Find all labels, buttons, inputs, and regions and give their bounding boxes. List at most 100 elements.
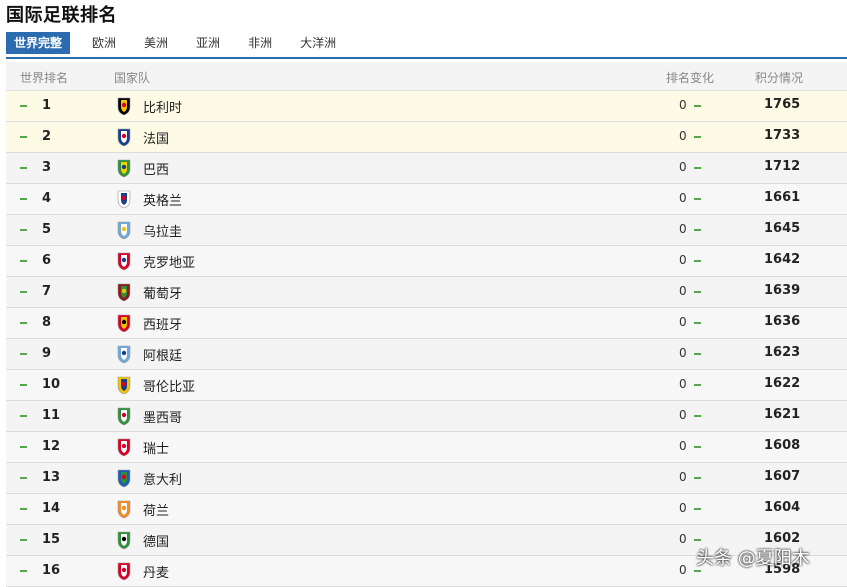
points-value: 1642 [764, 252, 801, 267]
table-row[interactable]: 9 阿根廷 0 1623 [6, 339, 847, 370]
germany-flag-icon [117, 531, 131, 550]
team-name[interactable]: 墨西哥 [143, 407, 182, 426]
team-name[interactable]: 意大利 [143, 469, 182, 488]
team-name[interactable]: 瑞士 [143, 438, 169, 457]
rank-change-value: 0 [679, 470, 687, 484]
argentina-flag-icon [117, 345, 131, 364]
table-row[interactable]: 4 英格兰 0 1661 [6, 184, 847, 215]
header-change[interactable]: 排名变化 [666, 69, 714, 86]
team-name[interactable]: 葡萄牙 [143, 283, 182, 302]
rank-number: 9 [42, 346, 52, 361]
team-name[interactable]: 西班牙 [143, 314, 182, 333]
table-row[interactable]: 5 乌拉圭 0 1645 [6, 215, 847, 246]
team-name[interactable]: 阿根廷 [143, 345, 182, 364]
rank-change-mark-icon [20, 322, 27, 324]
rank-change-trend-icon [694, 105, 701, 107]
table-header: 世界排名 国家队 排名变化 积分情况 [6, 62, 847, 91]
brazil-flag-icon [117, 159, 131, 178]
points-value: 1623 [764, 345, 801, 360]
denmark-flag-icon [117, 562, 131, 581]
team-name[interactable]: 哥伦比亚 [143, 376, 195, 395]
rank-change-value: 0 [679, 532, 687, 546]
points-value: 1607 [764, 469, 801, 484]
rank-change-trend-icon [694, 260, 701, 262]
rank-change-value: 0 [679, 129, 687, 143]
uruguay-flag-icon [117, 221, 131, 240]
tab-americas[interactable]: 美洲 [144, 32, 168, 54]
tab-asia[interactable]: 亚洲 [196, 32, 220, 54]
rank-change-trend-icon [694, 446, 701, 448]
rank-change-value: 0 [679, 501, 687, 515]
table-row[interactable]: 1 比利时 0 1765 [6, 91, 847, 122]
rank-change-mark-icon [20, 477, 27, 479]
rank-change-mark-icon [20, 539, 27, 541]
rank-change-trend-icon [694, 167, 701, 169]
points-value: 1712 [764, 159, 801, 174]
points-value: 1608 [764, 438, 801, 453]
table-row[interactable]: 11 墨西哥 0 1621 [6, 401, 847, 432]
table-row[interactable]: 6 克罗地亚 0 1642 [6, 246, 847, 277]
table-row[interactable]: 12 瑞士 0 1608 [6, 432, 847, 463]
table-row[interactable]: 3 巴西 0 1712 [6, 153, 847, 184]
rank-change-trend-icon [694, 229, 701, 231]
team-name[interactable]: 荷兰 [143, 500, 169, 519]
switzerland-flag-icon [117, 438, 131, 457]
portugal-flag-icon [117, 283, 131, 302]
rank-number: 10 [42, 377, 61, 392]
header-points[interactable]: 积分情况 [755, 69, 803, 86]
england-flag-icon [117, 190, 131, 209]
rank-change-value: 0 [679, 253, 687, 267]
rank-change-trend-icon [694, 570, 701, 572]
team-name[interactable]: 德国 [143, 531, 169, 550]
belgium-flag-icon [117, 97, 131, 116]
table-row[interactable]: 8 西班牙 0 1636 [6, 308, 847, 339]
table-row[interactable]: 13 意大利 0 1607 [6, 463, 847, 494]
rank-change-trend-icon [694, 508, 701, 510]
rank-number: 12 [42, 439, 61, 454]
table-row[interactable]: 7 葡萄牙 0 1639 [6, 277, 847, 308]
points-value: 1622 [764, 376, 801, 391]
rank-change-mark-icon [20, 105, 27, 107]
team-name[interactable]: 克罗地亚 [143, 252, 195, 271]
rank-change-mark-icon [20, 415, 27, 417]
rank-change-value: 0 [679, 160, 687, 174]
tab-africa[interactable]: 非洲 [248, 32, 272, 54]
header-rank[interactable]: 世界排名 [20, 69, 68, 86]
rank-change-mark-icon [20, 384, 27, 386]
watermark-text: 头条 @夏阳木 [696, 548, 810, 569]
italy-flag-icon [117, 469, 131, 488]
rank-change-value: 0 [679, 222, 687, 236]
rank-change-mark-icon [20, 353, 27, 355]
spain-flag-icon [117, 314, 131, 333]
rank-change-trend-icon [694, 415, 701, 417]
team-name[interactable]: 法国 [143, 128, 169, 147]
table-row[interactable]: 14 荷兰 0 1604 [6, 494, 847, 525]
team-name[interactable]: 比利时 [143, 97, 182, 116]
rank-number: 14 [42, 501, 61, 516]
tab-oceania[interactable]: 大洋洲 [300, 32, 336, 54]
team-name[interactable]: 丹麦 [143, 562, 169, 581]
team-name[interactable]: 英格兰 [143, 190, 182, 209]
page-title: 国际足联排名 [6, 5, 117, 26]
rank-change-trend-icon [694, 291, 701, 293]
tab-europe[interactable]: 欧洲 [92, 32, 116, 54]
table-row[interactable]: 2 法国 0 1733 [6, 122, 847, 153]
colombia-flag-icon [117, 376, 131, 395]
team-name[interactable]: 乌拉圭 [143, 221, 182, 240]
points-value: 1604 [764, 500, 801, 515]
netherlands-flag-icon [117, 500, 131, 519]
rank-change-value: 0 [679, 191, 687, 205]
points-value: 1733 [764, 128, 801, 143]
rank-change-trend-icon [694, 353, 701, 355]
rank-change-mark-icon [20, 508, 27, 510]
table-row[interactable]: 10 哥伦比亚 0 1622 [6, 370, 847, 401]
rank-change-value: 0 [679, 439, 687, 453]
tab-world[interactable]: 世界完整 [6, 32, 71, 54]
rank-change-mark-icon [20, 167, 27, 169]
team-name[interactable]: 巴西 [143, 159, 169, 178]
rank-change-value: 0 [679, 98, 687, 112]
header-team[interactable]: 国家队 [114, 69, 150, 86]
points-value: 1661 [764, 190, 801, 205]
rank-number: 16 [42, 563, 61, 578]
points-value: 1636 [764, 314, 801, 329]
